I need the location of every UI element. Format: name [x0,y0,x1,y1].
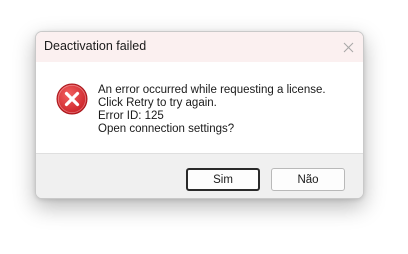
close-button[interactable] [333,32,363,62]
button-bar: Sim Não [36,153,363,198]
dialog-content: An error occurred while requesting a lic… [36,62,363,153]
error-icon [56,83,88,115]
no-button[interactable]: Não [271,168,345,191]
error-dialog: Deactivation failed An error occurred wh… [35,31,364,199]
yes-button[interactable]: Sim [186,168,260,191]
dialog-title: Deactivation failed [44,39,147,53]
error-message: An error occurred while requesting a lic… [98,84,326,136]
message-line: Open connection settings? [98,123,235,135]
message-line: An error occurred while requesting a lic… [98,84,326,96]
title-bar: Deactivation failed [36,32,363,62]
close-icon [343,42,353,52]
message-line: Error ID: 125 [98,110,164,122]
message-line: Click Retry to try again. [98,97,217,109]
